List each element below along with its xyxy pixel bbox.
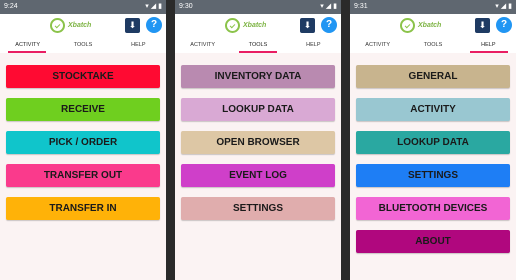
app-header: Xbatch ⬇ ?	[350, 14, 516, 38]
tab-activity[interactable]: ACTIVITY	[350, 38, 405, 53]
wifi-icon: ▾	[320, 3, 324, 10]
wifi-icon: ▾	[495, 3, 499, 10]
question-icon: ?	[150, 19, 158, 30]
help-button[interactable]: ?	[321, 17, 337, 33]
button-list: INVENTORY DATA LOOKUP DATA OPEN BROWSER …	[175, 65, 341, 220]
status-time: 9:31	[354, 3, 368, 10]
screen-activity: 9:24 ▾ ◢ ▮ Xbatch ⬇ ? ACTIVITY TOOLS HEL…	[0, 0, 166, 280]
app-logo: Xbatch	[225, 18, 266, 33]
tab-activity[interactable]: ACTIVITY	[175, 38, 230, 53]
inventory-data-button[interactable]: INVENTORY DATA	[181, 65, 335, 88]
download-icon: ⬇	[478, 19, 487, 30]
signal-icon: ◢	[150, 3, 157, 10]
battery-icon: ▮	[158, 3, 162, 10]
download-icon: ⬇	[303, 19, 312, 30]
event-log-button[interactable]: EVENT LOG	[181, 164, 335, 187]
logo-text: Xbatch	[418, 22, 442, 29]
battery-icon: ▮	[333, 3, 337, 10]
download-icon: ⬇	[128, 19, 137, 30]
status-icons: ▾ ◢ ▮	[495, 0, 512, 14]
bluetooth-devices-button[interactable]: BLUETOOTH DEVICES	[356, 197, 510, 220]
app-logo: Xbatch	[50, 18, 91, 33]
status-bar: 9:30 ▾ ◢ ▮	[175, 0, 341, 14]
tab-bar: ACTIVITY TOOLS HELP	[0, 38, 166, 53]
status-bar: 9:24 ▾ ◢ ▮	[0, 0, 166, 14]
screen-help: 9:31 ▾ ◢ ▮ Xbatch ⬇ ? ACTIVITY TOOLS HEL…	[350, 0, 516, 280]
transfer-in-button[interactable]: TRANSFER IN	[6, 197, 160, 220]
status-bar: 9:31 ▾ ◢ ▮	[350, 0, 516, 14]
wifi-icon: ▾	[145, 3, 149, 10]
activity-button[interactable]: ACTIVITY	[356, 98, 510, 121]
tab-bar: ACTIVITY TOOLS HELP	[350, 38, 516, 53]
question-icon: ?	[500, 19, 508, 30]
battery-icon: ▮	[508, 3, 512, 10]
pick-order-button[interactable]: PICK / ORDER	[6, 131, 160, 154]
tab-help[interactable]: HELP	[286, 38, 341, 53]
download-button[interactable]: ⬇	[300, 17, 315, 33]
logo-text: Xbatch	[68, 22, 92, 29]
screen-tools: 9:30 ▾ ◢ ▮ Xbatch ⬇ ? ACTIVITY TOOLS HEL…	[175, 0, 341, 280]
download-button[interactable]: ⬇	[475, 17, 490, 33]
signal-icon: ◢	[500, 3, 507, 10]
active-tab-indicator	[8, 51, 46, 53]
status-time: 9:24	[4, 3, 18, 10]
active-tab-indicator	[470, 51, 508, 53]
lookup-data-button[interactable]: LOOKUP DATA	[181, 98, 335, 121]
tab-tools[interactable]: TOOLS	[55, 38, 110, 53]
transfer-out-button[interactable]: TRANSFER OUT	[6, 164, 160, 187]
app-header: Xbatch ⬇ ?	[0, 14, 166, 38]
logo-text: Xbatch	[243, 22, 267, 29]
check-logo-icon	[400, 18, 415, 33]
lookup-data-button[interactable]: LOOKUP DATA	[356, 131, 510, 154]
settings-button[interactable]: SETTINGS	[181, 197, 335, 220]
help-button[interactable]: ?	[496, 17, 512, 33]
about-button[interactable]: ABOUT	[356, 230, 510, 253]
open-browser-button[interactable]: OPEN BROWSER	[181, 131, 335, 154]
active-tab-indicator	[239, 51, 277, 53]
general-button[interactable]: GENERAL	[356, 65, 510, 88]
app-logo: Xbatch	[400, 18, 441, 33]
status-icons: ▾ ◢ ▮	[320, 0, 337, 14]
tab-bar: ACTIVITY TOOLS HELP	[175, 38, 341, 53]
receive-button[interactable]: RECEIVE	[6, 98, 160, 121]
question-icon: ?	[325, 19, 333, 30]
status-time: 9:30	[179, 3, 193, 10]
button-list: STOCKTAKE RECEIVE PICK / ORDER TRANSFER …	[0, 65, 166, 220]
app-header: Xbatch ⬇ ?	[175, 14, 341, 38]
check-logo-icon	[225, 18, 240, 33]
check-logo-icon	[50, 18, 65, 33]
tab-help[interactable]: HELP	[111, 38, 166, 53]
tab-tools[interactable]: TOOLS	[405, 38, 460, 53]
signal-icon: ◢	[325, 3, 332, 10]
settings-button[interactable]: SETTINGS	[356, 164, 510, 187]
stocktake-button[interactable]: STOCKTAKE	[6, 65, 160, 88]
button-list: GENERAL ACTIVITY LOOKUP DATA SETTINGS BL…	[350, 65, 516, 253]
download-button[interactable]: ⬇	[125, 17, 140, 33]
help-button[interactable]: ?	[146, 17, 162, 33]
status-icons: ▾ ◢ ▮	[145, 0, 162, 14]
